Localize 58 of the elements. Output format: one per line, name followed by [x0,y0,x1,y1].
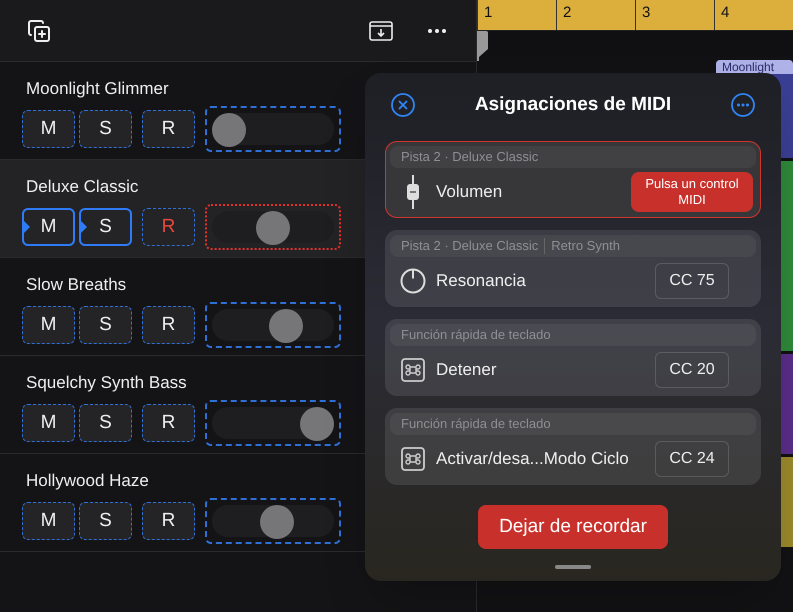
assignment-card[interactable]: Pista 2 · Deluxe Classic Retro Synth Resonancia CC 75 [385,230,761,307]
track-name: Hollywood Haze [26,470,149,492]
volume-slider[interactable] [205,302,341,348]
track-toggle-button[interactable]: R [142,404,195,442]
marker-icon [24,221,30,233]
track-name: Slow Breaths [26,274,126,296]
context-text: Retro Synth [544,238,620,254]
bar-number: 3 [635,0,714,30]
add-track-icon[interactable] [27,18,51,42]
track-toggle-button[interactable]: M [22,306,75,344]
marker-icon [81,221,87,233]
track-name: Moonlight Glimmer [26,78,169,100]
track-toggle-button[interactable]: M [22,110,75,148]
track-toggle-button[interactable]: M [22,208,75,246]
learn-button[interactable]: Pulsa un control MIDI [631,172,753,212]
command-key-icon [401,358,425,382]
cc-value: CC 24 [655,440,729,476]
track-toggle-button[interactable]: S [79,404,132,442]
timeline-ruler[interactable]: 1 2 3 4 [477,0,793,31]
track-toggle-button[interactable]: S [79,502,132,540]
slider-knob[interactable] [300,407,334,441]
track-toggle-button[interactable]: R [142,208,195,246]
grabber-handle[interactable] [555,565,591,569]
volume-slider[interactable] [205,204,341,250]
slider-knob[interactable] [212,113,246,147]
download-tray-icon[interactable] [369,20,393,40]
assignment-card[interactable]: Pista 2 · Deluxe Classic Volumen Pulsa un control MIDI [385,141,761,218]
volume-slider[interactable] [205,106,341,152]
track-name: Squelchy Synth Bass [26,372,187,394]
cc-value: CC 20 [655,352,729,388]
slider-knob[interactable] [256,211,290,245]
stop-learning-button[interactable]: Dejar de recordar [478,505,668,549]
track-toggle-button[interactable]: S [79,208,132,246]
track-name: Deluxe Classic [26,176,138,198]
assignment-card[interactable]: Función rápida de teclado Detener CC 20 [385,319,761,396]
slider-knob[interactable] [269,309,304,343]
bar-number: 4 [714,0,793,30]
bar-number: 2 [556,0,635,30]
playhead-icon[interactable] [477,31,489,61]
popover-title: Asignaciones de MIDI [474,92,672,117]
track-toggle-button[interactable]: R [142,502,195,540]
track-toggle-button[interactable]: S [79,306,132,344]
track-toggle-button[interactable]: M [22,502,75,540]
volume-slider[interactable] [205,498,341,544]
track-toggle-button[interactable]: M [22,404,75,442]
slider-knob[interactable] [260,505,294,539]
assignment-card[interactable]: Función rápida de teclado Activar/desa...Modo Ciclo CC 24 [385,408,761,485]
fader-icon [406,174,420,208]
track-toggle-button[interactable]: S [79,110,132,148]
knob-icon [400,268,426,294]
command-key-icon [401,446,425,470]
region-title: Moonlight [716,60,793,74]
bar-number: 1 [477,0,556,30]
cc-value: CC 75 [655,262,729,298]
close-icon[interactable] [391,93,415,117]
track-toggle-button[interactable]: R [142,110,195,148]
volume-slider[interactable] [205,400,341,446]
track-toggle-button[interactable]: R [142,306,195,344]
